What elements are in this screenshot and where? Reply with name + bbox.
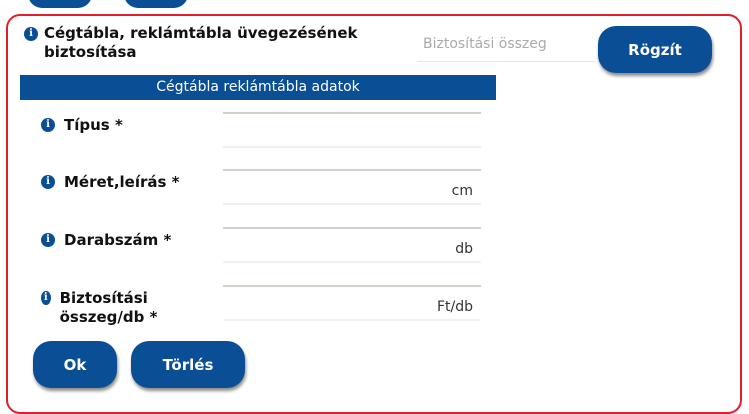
field-label-insurance-per-unit: i Biztosítási összeg/db * [41,289,191,327]
info-icon[interactable]: i [41,233,55,247]
ok-button[interactable]: Ok [33,341,117,388]
form-title-row: i Cégtábla, reklámtábla üvegezésének biz… [24,24,384,62]
field-label-text: Típus * [64,116,123,134]
info-icon[interactable]: i [24,27,38,41]
size-input[interactable]: cm [223,169,481,205]
field-label-text: Méret,leírás * [64,173,180,191]
record-button[interactable]: Rögzít [598,26,712,73]
unit-label: cm [451,183,473,199]
info-icon[interactable]: i [41,291,51,305]
form-title: Cégtábla, reklámtábla üvegezésének bizto… [44,24,358,61]
field-label-text: Darabszám * [64,231,172,249]
delete-button[interactable]: Törlés [131,341,245,388]
unit-label: Ft/db [436,299,473,315]
field-label-quantity: i Darabszám * [41,231,171,250]
info-icon[interactable]: i [41,175,55,189]
quantity-input[interactable]: db [223,227,481,263]
field-label-text: Biztosítási összeg/db * [59,289,158,326]
insurance-amount-input[interactable] [417,26,595,62]
top-button-stub-left[interactable] [28,0,92,8]
field-label-size: i Méret,leírás * [41,173,180,192]
field-label-type: i Típus * [41,116,123,135]
info-icon[interactable]: i [41,118,55,132]
top-button-stub-right[interactable] [124,0,188,8]
type-input[interactable] [223,112,481,148]
section-header: Cégtábla reklámtábla adatok [20,75,496,100]
insurance-per-unit-input[interactable]: Ft/db [223,285,481,321]
unit-label: db [455,241,473,257]
